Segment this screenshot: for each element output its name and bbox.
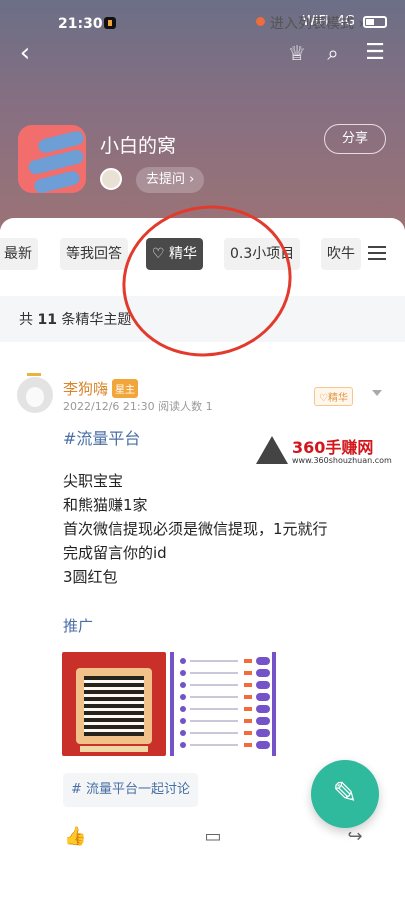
comment-icon[interactable]: ▭ bbox=[202, 826, 224, 848]
post-image-qr[interactable] bbox=[62, 652, 166, 756]
list-mode-dot-icon bbox=[256, 17, 265, 26]
post-line: 尖职宝宝 bbox=[63, 472, 124, 490]
post-line: 首次微信提现必须是微信提现，1元就行 bbox=[63, 520, 328, 538]
post-line: 和熊猫赚1家 bbox=[63, 496, 148, 514]
post-image-list[interactable] bbox=[170, 652, 276, 756]
trophy-icon[interactable]: ♕ bbox=[280, 36, 314, 70]
group-logo bbox=[18, 125, 86, 193]
author-avatar[interactable] bbox=[17, 377, 53, 413]
tab-waiting-answer[interactable]: 等我回答 bbox=[60, 238, 128, 270]
owner-avatar bbox=[100, 168, 122, 190]
notification-icon bbox=[104, 17, 116, 29]
essence-badge: ♡精华 bbox=[314, 387, 353, 406]
watermark-title: 360手赚网 bbox=[292, 438, 374, 457]
crown-icon bbox=[27, 368, 41, 376]
post-line: 3圆红包 bbox=[63, 568, 118, 586]
more-options-icon[interactable] bbox=[372, 390, 382, 396]
post-line: 完成留言你的id bbox=[63, 544, 167, 562]
like-icon[interactable]: 👍 bbox=[64, 826, 86, 848]
post-hashtag[interactable]: #流量平台 bbox=[63, 425, 140, 449]
essence-count: 共 11 条精华主题 bbox=[19, 312, 132, 328]
post-meta: 2022/12/6 21:30 阅读人数 1 bbox=[63, 400, 213, 413]
ask-question-button[interactable]: 去提问 › bbox=[136, 167, 205, 193]
qr-code-icon bbox=[84, 676, 144, 736]
list-mode-button[interactable]: 进入列表模式 › bbox=[270, 13, 364, 33]
topic-chip[interactable]: # 流量平台一起讨论 bbox=[63, 773, 199, 807]
share-icon[interactable]: ↪ bbox=[344, 826, 366, 848]
compose-button[interactable]: ✎ bbox=[311, 760, 379, 828]
tab-brag[interactable]: 吹牛 bbox=[321, 238, 361, 270]
back-icon[interactable]: ‹ bbox=[8, 36, 42, 70]
battery-icon bbox=[363, 15, 387, 28]
share-button[interactable]: 分享 bbox=[324, 124, 386, 154]
author-name[interactable]: 李狗嗨 bbox=[63, 378, 108, 399]
tab-latest[interactable]: 最新 bbox=[0, 238, 38, 270]
promo-link[interactable]: 推广 bbox=[63, 615, 93, 636]
menu-icon[interactable]: ☰ bbox=[358, 36, 392, 70]
watermark-subtitle: www.360shouzhuan.com bbox=[292, 456, 392, 465]
group-title: 小白的窝 bbox=[100, 135, 177, 157]
post-body: 尖职宝宝 和熊猫赚1家 首次微信提现必须是微信提现，1元就行 完成留言你的id … bbox=[63, 469, 328, 589]
owner-badge: 星主 bbox=[112, 379, 138, 398]
watermark-logo: 360手赚网 www.360shouzhuan.com bbox=[252, 432, 392, 468]
status-time: 21:30 bbox=[58, 16, 103, 32]
tab-menu-icon[interactable] bbox=[368, 246, 386, 260]
search-icon[interactable]: ⌕ bbox=[316, 36, 350, 70]
watermark-triangle-icon bbox=[256, 436, 288, 464]
